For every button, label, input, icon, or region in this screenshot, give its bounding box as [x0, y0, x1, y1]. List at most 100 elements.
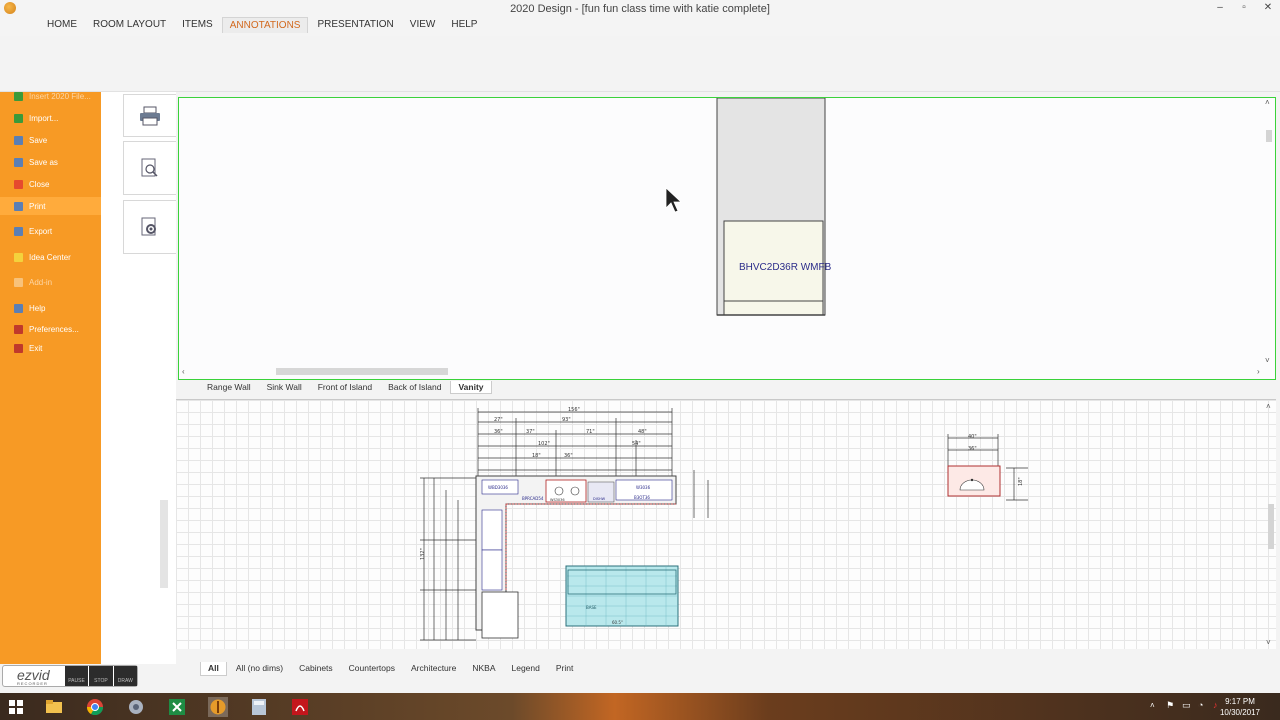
- tab-view[interactable]: VIEW: [403, 17, 443, 33]
- tab-front-of-island[interactable]: Front of Island: [311, 381, 379, 394]
- plan-label-4: B3OT36: [634, 495, 650, 500]
- tab-presentation[interactable]: PRESENTATION: [310, 17, 400, 33]
- cabinet-label[interactable]: BHVC2D36R WMFB: [739, 262, 831, 273]
- scroll-left-icon[interactable]: ‹: [182, 367, 185, 376]
- dim-label-8: 54": [632, 441, 641, 447]
- tray-flag-icon[interactable]: ⚑: [1166, 700, 1174, 711]
- print-preview-button[interactable]: [123, 141, 176, 195]
- dim-label-12: 36": [968, 446, 977, 452]
- elevation-vertical-scrollbar[interactable]: [1266, 130, 1272, 142]
- calculator-icon: [252, 699, 266, 715]
- menu-item-idea-center[interactable]: Idea Center: [0, 248, 101, 266]
- app-button[interactable]: [126, 697, 146, 717]
- insert-icon: [14, 92, 23, 101]
- title-bar: 2020 Design - [fun fun class time with k…: [0, 0, 1280, 36]
- tab-back-of-island[interactable]: Back of Island: [381, 381, 448, 394]
- taskbar-clock[interactable]: 9:17 PM 10/30/2017: [1214, 696, 1266, 718]
- restore-button[interactable]: ▫: [1236, 2, 1252, 14]
- taskbar: ˄ ⚑ ▭ ◔ ♪ 9:17 PM 10/30/2017: [0, 693, 1280, 720]
- tab-home[interactable]: HOME: [40, 17, 84, 33]
- left-wall-cabinet-2[interactable]: [481, 549, 503, 591]
- save-icon: [14, 135, 23, 145]
- menu-item-add-in[interactable]: Add-in: [0, 273, 101, 291]
- idea-center-icon: [14, 252, 23, 262]
- left-wall-cabinet-1[interactable]: [481, 509, 503, 551]
- plan-label-6: 60.5": [612, 620, 623, 625]
- menu-item-preferences[interactable]: Preferences...: [0, 320, 101, 338]
- scroll-right-icon[interactable]: ›: [1257, 367, 1260, 376]
- print-options-panel: [101, 92, 176, 664]
- excel-button[interactable]: [167, 697, 187, 717]
- left-dimension-lines: [420, 477, 476, 641]
- dim-label-7: 102": [538, 441, 550, 447]
- ribbon-body: [0, 36, 1280, 92]
- tab-vanity[interactable]: Vanity: [450, 381, 492, 394]
- acrobat-button[interactable]: [290, 697, 310, 717]
- vanity-faucet: [970, 478, 974, 482]
- file-explorer-button[interactable]: [44, 697, 64, 717]
- 2020-design-button[interactable]: [208, 697, 228, 717]
- close-window-button[interactable]: ✕: [1260, 2, 1276, 14]
- plan-scroll-up-icon[interactable]: ˄: [1266, 402, 1271, 411]
- help-icon: [14, 303, 23, 313]
- close-file-icon: [14, 179, 23, 189]
- tray-network-icon[interactable]: ▭: [1182, 700, 1191, 711]
- plan-vertical-scrollbar[interactable]: [1268, 504, 1274, 549]
- menu-item-save[interactable]: Save: [0, 131, 101, 149]
- plan-label-5: W3036: [636, 485, 651, 490]
- windows-start-button[interactable]: [6, 697, 26, 717]
- print-button[interactable]: [123, 94, 176, 137]
- tall-cabinet[interactable]: [481, 591, 519, 639]
- elevation-horizontal-scrollbar[interactable]: [276, 368, 448, 375]
- windows-start-icon: [9, 700, 23, 714]
- tab-all-no-dims[interactable]: All (no dims): [229, 662, 290, 676]
- tab-cabinets[interactable]: Cabinets: [292, 662, 340, 676]
- tab-countertops[interactable]: Countertops: [342, 662, 402, 676]
- tab-nkba[interactable]: NKBA: [465, 662, 502, 676]
- dim-label-3: 36": [494, 429, 503, 435]
- tab-architecture[interactable]: Architecture: [404, 662, 463, 676]
- tray-chevron-icon[interactable]: ˄: [1150, 701, 1155, 710]
- ezvid-logo: ezvid RECORDER: [17, 666, 50, 686]
- top-dimension-lines: [477, 408, 673, 476]
- tab-room-layout[interactable]: ROOM LAYOUT: [86, 17, 173, 33]
- chrome-icon: [87, 699, 103, 715]
- menu-scrollbar[interactable]: [160, 500, 168, 588]
- tab-range-wall[interactable]: Range Wall: [200, 381, 258, 394]
- tab-help[interactable]: HELP: [444, 17, 484, 33]
- tab-annotations[interactable]: ANNOTATIONS: [221, 17, 309, 33]
- print-setup-button[interactable]: [123, 200, 176, 254]
- tab-all[interactable]: All: [200, 662, 227, 676]
- plan-tabs: All All (no dims) Cabinets Countertops A…: [176, 662, 1276, 676]
- ezvid-draw-button[interactable]: DRAW: [113, 666, 138, 686]
- menu-item-help[interactable]: Help: [0, 299, 101, 317]
- scroll-up-icon[interactable]: ˄: [1265, 98, 1270, 107]
- floor-plan-viewport[interactable]: 156" 27" 93" 36" 37" 71" 48" 102" 54" 18…: [176, 399, 1276, 649]
- plan-scroll-down-icon[interactable]: ˅: [1266, 638, 1271, 647]
- elevation-viewport[interactable]: BHVC2D36R WMFB ‹ › ˄ ˅: [178, 97, 1276, 380]
- minimize-button[interactable]: –: [1212, 2, 1228, 14]
- tray-wifi-icon[interactable]: ◔: [1198, 700, 1203, 710]
- elevation-tabs: Range Wall Sink Wall Front of Island Bac…: [178, 381, 1276, 394]
- tab-print[interactable]: Print: [549, 662, 580, 676]
- floor-plan-drawing: 156" 27" 93" 36" 37" 71" 48" 102" 54" 18…: [420, 407, 1028, 641]
- menu-item-export[interactable]: Export: [0, 222, 101, 240]
- menu-item-print[interactable]: Print: [0, 197, 101, 215]
- tab-legend[interactable]: Legend: [505, 662, 547, 676]
- ezvid-pause-button[interactable]: PAUSE: [64, 666, 89, 686]
- import-icon: [14, 113, 23, 123]
- tab-sink-wall[interactable]: Sink Wall: [260, 381, 309, 394]
- menu-item-import[interactable]: Import...: [0, 109, 101, 127]
- menu-item-insert[interactable]: Insert 2020 File...: [0, 92, 101, 105]
- menu-item-exit[interactable]: Exit: [0, 339, 101, 357]
- dim-label-9: 18": [532, 453, 541, 459]
- dim-label-11: 40": [968, 434, 977, 440]
- menu-item-close[interactable]: Close: [0, 175, 101, 193]
- calculator-button[interactable]: [249, 697, 269, 717]
- tab-items[interactable]: ITEMS: [175, 17, 220, 33]
- scroll-down-icon[interactable]: ˅: [1265, 356, 1270, 365]
- print-preview-icon: [141, 158, 158, 177]
- chrome-button[interactable]: [85, 697, 105, 717]
- ezvid-stop-button[interactable]: STOP: [89, 666, 113, 686]
- menu-item-save-as[interactable]: Save as: [0, 153, 101, 171]
